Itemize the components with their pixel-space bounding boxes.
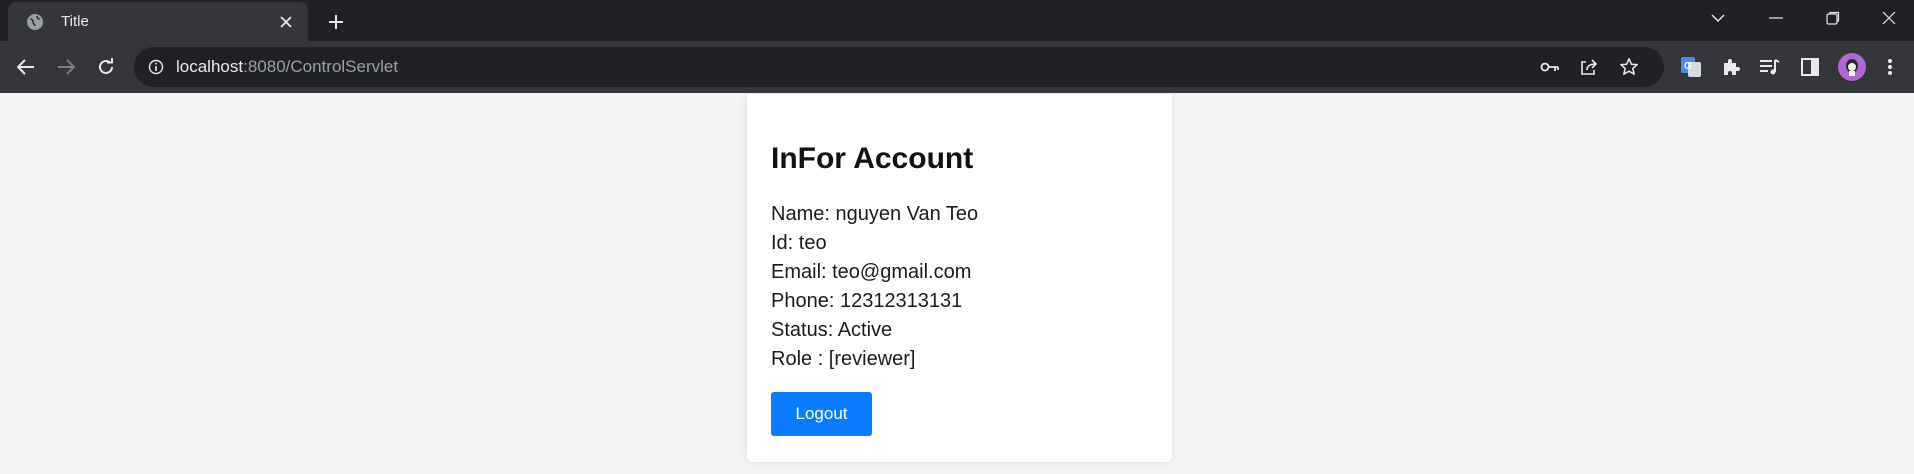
profile-avatar[interactable] xyxy=(1838,53,1866,81)
account-details: Name: nguyen Van Teo Id: teo Email: teo@… xyxy=(771,200,978,374)
url-path: :8080/ControlServlet xyxy=(243,57,399,76)
browser-tab[interactable]: Title xyxy=(8,2,308,41)
svg-text:G: G xyxy=(1684,61,1692,72)
url-text[interactable]: localhost:8080/ControlServlet xyxy=(176,57,398,77)
forward-arrow-icon[interactable] xyxy=(50,51,82,83)
account-card: InFor Account Name: nguyen Van Teo Id: t… xyxy=(747,94,1172,462)
key-icon[interactable] xyxy=(1538,55,1562,79)
bookmark-star-icon[interactable] xyxy=(1617,55,1641,79)
reading-list-icon[interactable] xyxy=(1758,55,1782,79)
role-field: Role : [reviewer] xyxy=(771,348,916,370)
close-tab-icon[interactable] xyxy=(274,10,298,34)
more-menu-icon[interactable] xyxy=(1878,55,1902,79)
tab-title: Title xyxy=(61,13,89,30)
reload-icon[interactable] xyxy=(90,51,122,83)
new-tab-button[interactable] xyxy=(322,8,350,36)
close-window-icon[interactable] xyxy=(1869,0,1909,35)
extensions-puzzle-icon[interactable] xyxy=(1719,55,1743,79)
url-host: localhost xyxy=(176,57,244,76)
id-field: Id: teo xyxy=(771,232,827,254)
address-bar[interactable]: localhost:8080/ControlServlet xyxy=(134,47,1664,87)
phone-field: Phone: 12312313131 xyxy=(771,290,963,312)
status-field: Status: Active xyxy=(771,319,893,341)
info-icon[interactable] xyxy=(146,57,166,77)
browser-toolbar: localhost:8080/ControlServlet G xyxy=(0,41,1914,93)
tab-strip: Title xyxy=(0,0,1914,41)
logout-button[interactable]: Logout xyxy=(771,392,872,436)
page-title: InFor Account xyxy=(771,142,974,175)
minimize-icon[interactable] xyxy=(1756,0,1796,35)
share-icon[interactable] xyxy=(1577,55,1601,79)
name-field: Name: nguyen Van Teo xyxy=(771,203,979,225)
restore-icon[interactable] xyxy=(1813,0,1853,35)
email-field: Email: teo@gmail.com xyxy=(771,261,972,283)
google-translate-icon[interactable]: G xyxy=(1679,55,1703,79)
tab-search-chevron-icon[interactable] xyxy=(1698,0,1738,35)
back-arrow-icon[interactable] xyxy=(10,51,42,83)
side-panel-icon[interactable] xyxy=(1798,55,1822,79)
globe-icon xyxy=(25,12,45,32)
